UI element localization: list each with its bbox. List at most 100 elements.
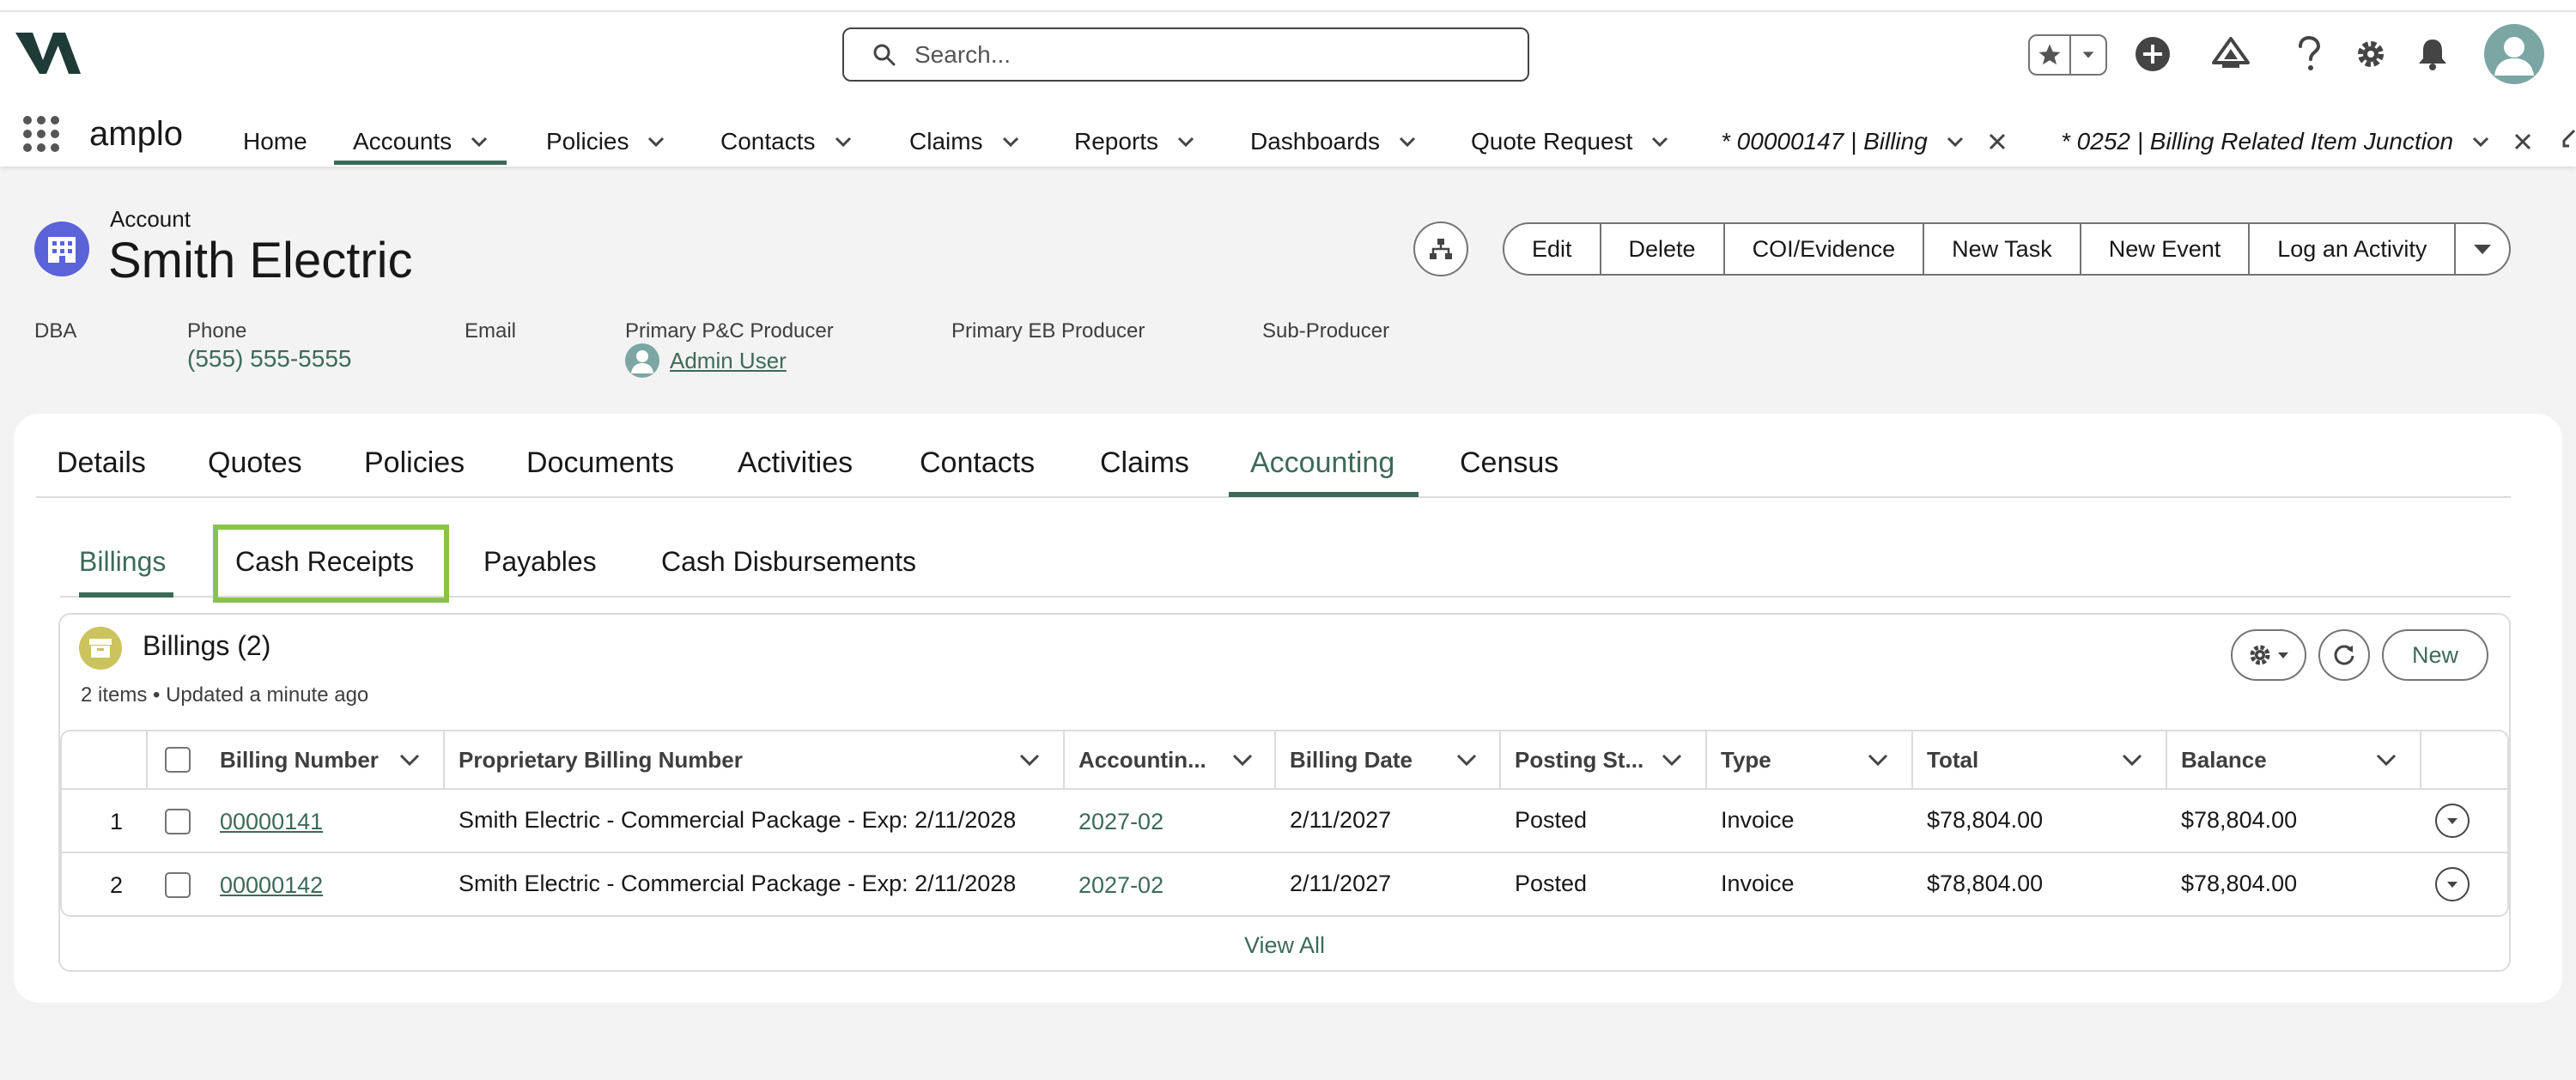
nav-item-contacts[interactable]: Contacts (720, 120, 854, 163)
related-list-title[interactable]: Billings (2) (143, 630, 270, 662)
user-avatar[interactable] (2484, 24, 2544, 84)
coi-evidence-button[interactable]: COI/Evidence (1725, 224, 1925, 274)
chevron-down-icon[interactable] (1230, 747, 1255, 773)
column-divider (1063, 731, 1065, 788)
amplo-logo[interactable] (15, 29, 81, 77)
nav-item-reports[interactable]: Reports (1074, 120, 1196, 163)
chevron-down-icon[interactable] (1649, 131, 1670, 152)
nav-item-dashboards[interactable]: Dashboards (1250, 120, 1418, 163)
row-actions-button[interactable] (2435, 804, 2470, 838)
proprietary-billing-number: Smith Electric - Commercial Package - Ex… (459, 807, 1017, 833)
tab-claims[interactable]: Claims (1100, 446, 1189, 480)
chevron-down-icon[interactable] (1945, 131, 1965, 152)
subtab-billings[interactable]: Billings (79, 546, 166, 578)
nav-item-home[interactable]: Home (243, 120, 307, 163)
favorites-star-button[interactable] (2030, 36, 2071, 74)
select-all-checkbox[interactable] (165, 747, 191, 773)
chevron-down-icon[interactable] (1454, 747, 1479, 773)
chevron-down-icon[interactable] (2373, 747, 2399, 773)
admin-user-link[interactable]: Admin User (670, 348, 787, 374)
chevron-down-icon[interactable] (1017, 747, 1042, 773)
favorites-group[interactable] (2028, 34, 2107, 76)
chevron-down-icon (2082, 52, 2094, 58)
chevron-down-icon[interactable] (833, 131, 854, 152)
subtab-cash-disbursements[interactable]: Cash Disbursements (661, 546, 916, 578)
tab-documents[interactable]: Documents (526, 446, 674, 480)
workspace-tab-billing[interactable]: * 00000147 | Billing (1721, 120, 2007, 163)
tab-accounting[interactable]: Accounting (1250, 446, 1394, 480)
search-input[interactable] (914, 40, 1473, 69)
more-actions-button[interactable] (2456, 224, 2509, 274)
overflow-icon[interactable] (2561, 127, 2576, 149)
chevron-down-icon[interactable] (646, 131, 666, 152)
column-proprietary-billing-number[interactable]: Proprietary Billing Number (459, 731, 743, 788)
chevron-down-icon[interactable] (1865, 747, 1891, 773)
row-actions-button[interactable] (2435, 867, 2470, 901)
row-checkbox[interactable] (165, 872, 191, 898)
setup-button[interactable] (2351, 34, 2391, 74)
column-posting-status[interactable]: Posting St... (1515, 731, 1643, 788)
accounting-period-link[interactable]: 2027-02 (1078, 872, 1163, 899)
chevron-down-icon[interactable] (397, 747, 422, 773)
accounting-period-link[interactable]: 2027-02 (1078, 809, 1163, 835)
chevron-down-icon[interactable] (2119, 747, 2145, 773)
close-icon[interactable] (2513, 132, 2532, 151)
primary-pc-producer-value[interactable]: Admin User (625, 343, 787, 378)
row-checkbox[interactable] (165, 809, 191, 834)
tab-contacts[interactable]: Contacts (920, 446, 1035, 480)
tab-policies[interactable]: Policies (364, 446, 465, 480)
global-actions-button[interactable] (2133, 34, 2172, 74)
nav-item-claims[interactable]: Claims (909, 120, 1021, 163)
close-icon[interactable] (1988, 132, 2007, 151)
chevron-down-icon[interactable] (469, 131, 489, 152)
tab-quotes[interactable]: Quotes (208, 446, 302, 480)
column-balance[interactable]: Balance (2181, 731, 2267, 788)
column-billing-date[interactable]: Billing Date (1290, 731, 1413, 788)
tab-activities[interactable]: Activities (738, 446, 853, 480)
workspace-tab-junction[interactable]: * 0252 | Billing Related Item Junction (2061, 120, 2532, 163)
nav-item-label: Reports (1074, 128, 1159, 155)
column-accounting-period[interactable]: Accountin... (1078, 731, 1206, 788)
log-activity-button[interactable]: Log an Activity (2250, 224, 2457, 274)
column-divider (1499, 731, 1501, 788)
view-hierarchy-button[interactable] (1413, 221, 1468, 276)
subtab-payables[interactable]: Payables (483, 546, 597, 578)
favorites-dropdown-button[interactable] (2071, 36, 2105, 74)
new-event-button[interactable]: New Event (2081, 224, 2251, 274)
chevron-down-icon[interactable] (1659, 747, 1685, 773)
nav-item-quote-request[interactable]: Quote Request (1471, 120, 1670, 163)
nav-item-label: Policies (546, 128, 629, 155)
billing-number-link[interactable]: 00000142 (220, 872, 323, 899)
column-type[interactable]: Type (1721, 731, 1771, 788)
billing-type: Invoice (1721, 871, 1795, 896)
trailhead-button[interactable] (2211, 34, 2251, 74)
delete-button[interactable]: Delete (1601, 224, 1725, 274)
chevron-down-icon (2447, 818, 2458, 824)
chevron-down-icon[interactable] (1397, 131, 1418, 152)
view-all-link[interactable]: View All (1244, 932, 1325, 959)
chevron-down-icon[interactable] (1000, 131, 1021, 152)
edit-button[interactable]: Edit (1504, 224, 1601, 274)
refresh-button[interactable] (2318, 629, 2370, 681)
app-launcher-icon[interactable] (21, 113, 62, 155)
chevron-down-icon[interactable] (2470, 131, 2491, 152)
billing-number-link[interactable]: 00000141 (220, 809, 323, 835)
help-button[interactable] (2289, 34, 2329, 74)
tab-details[interactable]: Details (57, 446, 146, 480)
new-billing-button[interactable]: New (2382, 629, 2488, 681)
column-total[interactable]: Total (1927, 731, 1978, 788)
nav-item-label: Claims (909, 128, 983, 155)
phone-value[interactable]: (555) 555-5555 (187, 345, 351, 373)
account-icon (34, 221, 89, 276)
global-search[interactable] (842, 27, 1529, 82)
tab-census[interactable]: Census (1460, 446, 1558, 480)
nav-item-policies[interactable]: Policies (546, 120, 666, 163)
new-task-button[interactable]: New Task (1924, 224, 2081, 274)
list-settings-button[interactable] (2231, 629, 2306, 681)
column-divider (2420, 731, 2421, 788)
nav-item-label: Quote Request (1471, 128, 1633, 155)
notifications-button[interactable] (2413, 34, 2452, 74)
column-billing-number[interactable]: Billing Number (220, 731, 379, 788)
chevron-down-icon[interactable] (1176, 131, 1196, 152)
nav-item-accounts[interactable]: Accounts (333, 120, 507, 165)
